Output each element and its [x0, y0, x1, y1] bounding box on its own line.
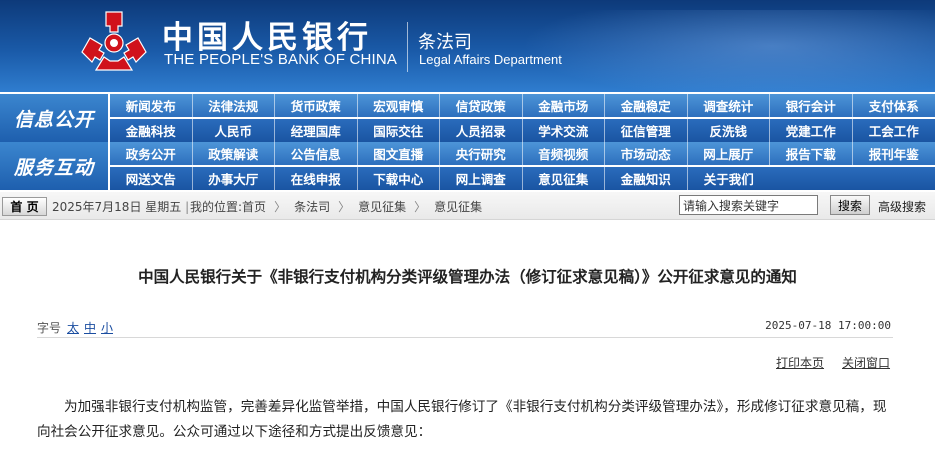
- nav-item-service-r2-3[interactable]: 下载中心: [358, 167, 440, 190]
- article-body-paragraph: 为加强非银行支付机构监管，完善差异化监管举措，中国人民银行修订了《非银行支付机构…: [37, 399, 887, 440]
- nav-item-service-r2-5[interactable]: 意见征集: [523, 167, 605, 190]
- service-interaction-section: 服务互动 政务公开 政策解读 公告信息 图文直播 央行研究 音频视频 市场动态 网上展厅 报告下…: [0, 142, 935, 190]
- nav-item-info-r2-8[interactable]: 党建工作: [770, 119, 853, 142]
- date-text: 2025年7月18日 星期五: [52, 200, 182, 214]
- service-interaction-title: 服务互动: [0, 142, 108, 190]
- print-page-link[interactable]: 打印本页: [776, 354, 824, 371]
- nav-item-service-r1-5[interactable]: 音频视频: [523, 142, 605, 165]
- home-button[interactable]: 首 页: [2, 197, 47, 216]
- font-size-medium[interactable]: 中: [84, 319, 96, 336]
- service-interaction-grid: 政务公开 政策解读 公告信息 图文直播 央行研究 音频视频 市场动态 网上展厅 报告下载 报刊年鉴…: [110, 142, 935, 190]
- nav-item-service-r1-6[interactable]: 市场动态: [605, 142, 688, 165]
- breadcrumb-item-dept[interactable]: 条法司: [294, 200, 330, 214]
- nav-item-service-r2-0[interactable]: 网送文告: [110, 167, 193, 190]
- header-glow: [520, 10, 935, 92]
- nav-item-service-r2-6[interactable]: 金融知识: [605, 167, 688, 190]
- nav-item-info-r2-3[interactable]: 国际交往: [358, 119, 440, 142]
- nav-item-service-r2-2[interactable]: 在线申报: [275, 167, 358, 190]
- publish-time: 2025-07-18 17:00:00: [765, 319, 891, 332]
- breadcrumb-arrow-icon: 〉: [274, 200, 287, 214]
- service-nav-row-1: 政务公开 政策解读 公告信息 图文直播 央行研究 音频视频 市场动态 网上展厅 报告下载 报刊年鉴: [110, 142, 935, 165]
- nav-item-service-r1-2[interactable]: 公告信息: [275, 142, 358, 165]
- header-divider: [407, 22, 408, 72]
- nav-item-service-r2-7[interactable]: 关于我们: [688, 167, 771, 190]
- nav-item-info-r1-0[interactable]: 新闻发布: [110, 94, 193, 117]
- nav-item-info-r2-5[interactable]: 学术交流: [523, 119, 605, 142]
- close-window-link[interactable]: 关闭窗口: [842, 354, 890, 371]
- nav-item-info-r1-7[interactable]: 调查统计: [688, 94, 770, 117]
- nav-item-service-r2-4[interactable]: 网上调查: [440, 167, 523, 190]
- font-size-label: 字号: [37, 321, 62, 335]
- breadcrumb-bar: 首 页 2025年7月18日 星期五 | 我的位置:首页〉条法司〉意见征集〉意见…: [0, 192, 935, 220]
- nav-item-service-r2-1[interactable]: 办事大厅: [193, 167, 275, 190]
- nav-item-info-r1-9[interactable]: 支付体系: [853, 94, 935, 117]
- date-separator: |: [185, 200, 190, 214]
- font-size-small[interactable]: 小: [101, 319, 113, 336]
- department-name-cn[interactable]: 条法司: [418, 28, 472, 54]
- nav-item-info-r2-1[interactable]: 人民币: [193, 119, 275, 142]
- bank-name-en: THE PEOPLE'S BANK OF CHINA: [164, 51, 398, 68]
- nav-item-info-r1-2[interactable]: 货币政策: [275, 94, 358, 117]
- pboc-emblem-icon: [81, 11, 147, 71]
- info-nav-row-2: 金融科技 人民币 经理国库 国际交往 人员招录 学术交流 征信管理 反洗钱 党建工作 工会工作: [110, 119, 935, 142]
- info-disclosure-section: 信息公开 新闻发布 法律法规 货币政策 宏观审慎 信贷政策 金融市场 金融稳定 调查统计 银行会…: [0, 94, 935, 142]
- site-header: 中国人民银行 THE PEOPLE'S BANK OF CHINA 条法司 Le…: [0, 0, 935, 92]
- nav-item-info-r2-4[interactable]: 人员招录: [440, 119, 523, 142]
- info-nav-row-1: 新闻发布 法律法规 货币政策 宏观审慎 信贷政策 金融市场 金融稳定 调查统计 银行会计 支付体系: [110, 94, 935, 117]
- breadcrumb-arrow-icon: 〉: [338, 200, 351, 214]
- breadcrumb: 我的位置:首页〉条法司〉意见征集〉意见征集: [190, 198, 482, 215]
- service-nav-row-2: 网送文告 办事大厅 在线申报 下载中心 网上调查 意见征集 金融知识 关于我们: [110, 167, 935, 190]
- info-disclosure-title: 信息公开: [0, 94, 108, 142]
- nav-item-info-r2-7[interactable]: 反洗钱: [688, 119, 770, 142]
- current-date: 2025年7月18日 星期五 |: [52, 198, 189, 215]
- font-size-large[interactable]: 太: [67, 319, 79, 336]
- location-prefix: 我的位置:: [190, 200, 243, 214]
- article-title: 中国人民银行关于《非银行支付机构分类评级管理办法（修订征求意见稿）》公开征求意见…: [138, 268, 797, 286]
- nav-item-info-r1-3[interactable]: 宏观审慎: [358, 94, 440, 117]
- search-button[interactable]: 搜索: [830, 195, 870, 215]
- nav-item-info-r1-8[interactable]: 银行会计: [770, 94, 853, 117]
- nav-item-info-r1-4[interactable]: 信贷政策: [440, 94, 523, 117]
- nav-item-service-r1-9[interactable]: 报刊年鉴: [853, 142, 935, 165]
- nav-item-service-r1-3[interactable]: 图文直播: [358, 142, 440, 165]
- nav-item-service-r1-7[interactable]: 网上展厅: [688, 142, 770, 165]
- info-disclosure-grid: 新闻发布 法律法规 货币政策 宏观审慎 信贷政策 金融市场 金融稳定 调查统计 银行会计 支付体系…: [110, 94, 935, 142]
- nav-item-service-r1-1[interactable]: 政策解读: [193, 142, 275, 165]
- breadcrumb-item-consultation[interactable]: 意见征集: [358, 200, 406, 214]
- nav-item-service-r1-4[interactable]: 央行研究: [440, 142, 523, 165]
- main-navigation: 信息公开 新闻发布 法律法规 货币政策 宏观审慎 信贷政策 金融市场 金融稳定 调查统计 银行会…: [0, 92, 935, 190]
- breadcrumb-item-home[interactable]: 首页: [242, 200, 266, 214]
- department-name-en[interactable]: Legal Affairs Department: [419, 52, 562, 67]
- nav-item-info-r2-6[interactable]: 征信管理: [605, 119, 688, 142]
- nav-item-service-r1-8[interactable]: 报告下载: [770, 142, 853, 165]
- nav-item-info-r1-6[interactable]: 金融稳定: [605, 94, 688, 117]
- nav-item-info-r2-2[interactable]: 经理国库: [275, 119, 358, 142]
- breadcrumb-arrow-icon: 〉: [414, 200, 427, 214]
- advanced-search-link[interactable]: 高级搜索: [878, 198, 926, 215]
- search-input[interactable]: [679, 195, 818, 215]
- nav-item-service-r1-0[interactable]: 政务公开: [110, 142, 193, 165]
- nav-item-info-r2-0[interactable]: 金融科技: [110, 119, 193, 142]
- nav-item-info-r1-5[interactable]: 金融市场: [523, 94, 605, 117]
- article-meta: 字号 太 中 小 2025-07-18 17:00:00: [37, 314, 893, 338]
- breadcrumb-item-current[interactable]: 意见征集: [434, 200, 482, 214]
- nav-item-info-r1-1[interactable]: 法律法规: [193, 94, 275, 117]
- article-content: 中国人民银行关于《非银行支付机构分类评级管理办法（修订征求意见稿）》公开征求意见…: [0, 221, 935, 465]
- nav-item-info-r2-9[interactable]: 工会工作: [853, 119, 935, 142]
